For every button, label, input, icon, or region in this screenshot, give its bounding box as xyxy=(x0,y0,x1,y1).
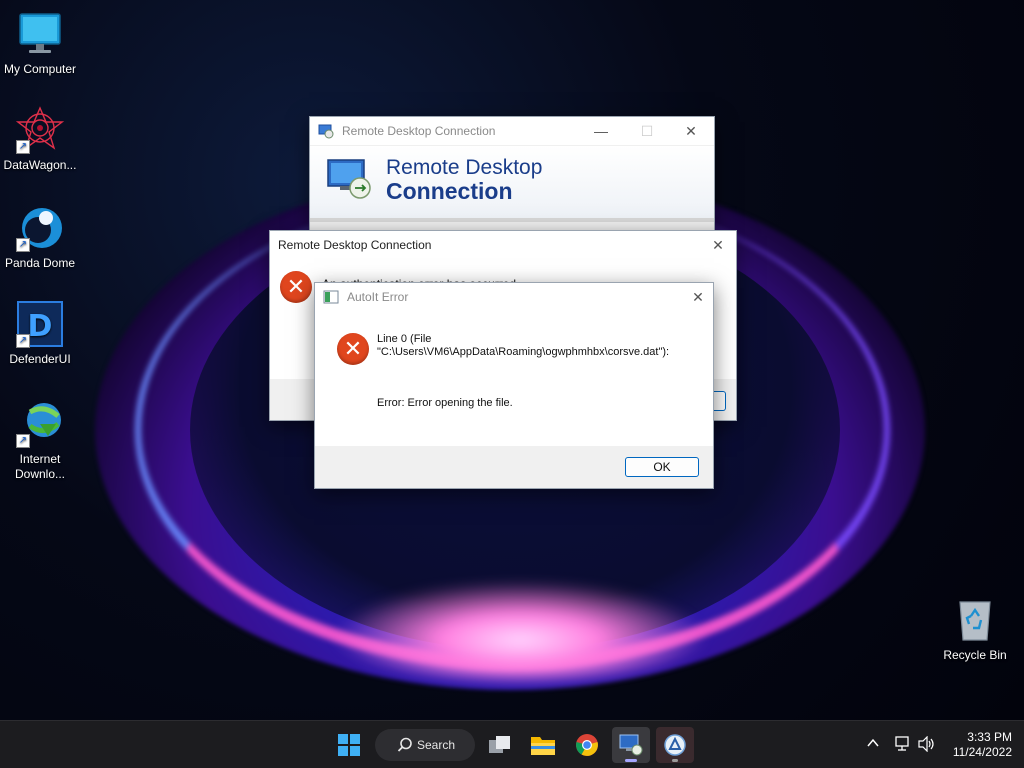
error-icon: ✕ xyxy=(280,271,312,303)
chrome-icon xyxy=(576,734,598,756)
search-icon xyxy=(397,737,413,756)
start-button[interactable] xyxy=(330,727,368,763)
rdc-title: Remote Desktop Connection xyxy=(342,124,496,138)
minimize-icon: — xyxy=(594,123,608,139)
taskbar-chrome[interactable] xyxy=(568,727,606,763)
internet-download-manager-icon: ↗ xyxy=(16,400,64,448)
folder-icon xyxy=(531,737,555,755)
show-hidden-icons-button[interactable] xyxy=(866,736,880,753)
clock-date: 11/24/2022 xyxy=(952,745,1012,759)
autoit-title: AutoIt Error xyxy=(347,290,409,304)
rdc-window[interactable]: Remote Desktop Connection — ☐ ✕ Remote D… xyxy=(309,116,715,236)
close-icon: ✕ xyxy=(712,237,724,253)
network-button[interactable] xyxy=(893,736,911,755)
panda-dome-icon: ↗ xyxy=(16,204,64,252)
rdc-banner-line2: Connection xyxy=(386,178,513,204)
volume-icon xyxy=(918,735,934,753)
close-icon: ✕ xyxy=(692,289,704,305)
auth-dialog-title: Remote Desktop Connection xyxy=(278,238,432,252)
shortcut-arrow-icon: ↗ xyxy=(16,334,30,348)
desktop-icon-recycle-bin[interactable]: Recycle Bin xyxy=(935,596,1015,663)
autoit-app-icon xyxy=(323,289,339,305)
autoit-titlebar[interactable]: AutoIt Error ✕ xyxy=(315,283,713,311)
search-label: Search xyxy=(417,738,456,752)
windows-start-icon xyxy=(338,734,360,756)
desktop-icon-panda-dome[interactable]: ↗ Panda Dome xyxy=(0,204,80,271)
auth-dialog-titlebar[interactable]: Remote Desktop Connection ✕ xyxy=(270,231,736,259)
svg-text:D: D xyxy=(28,309,53,344)
recycle-bin-icon xyxy=(951,596,999,644)
desktop-icon-my-computer[interactable]: My Computer xyxy=(0,10,80,77)
remote-desktop-icon xyxy=(318,123,334,139)
shortcut-arrow-icon: ↗ xyxy=(16,434,30,448)
taskbar-remote-desktop[interactable] xyxy=(612,727,650,763)
remote-desktop-large-icon xyxy=(326,154,374,205)
autoit-error-dialog[interactable]: AutoIt Error ✕ ✕ Line 0 (File "C:\Users\… xyxy=(314,282,714,489)
close-button[interactable]: ✕ xyxy=(668,117,714,145)
desktop-icon-label: Recycle Bin xyxy=(943,648,1007,662)
close-button[interactable]: ✕ xyxy=(681,283,715,311)
taskbar: Search 3:33 PM 11/24/2022 xyxy=(0,720,1024,768)
ok-button[interactable]: OK xyxy=(625,457,699,477)
chevron-up-icon xyxy=(867,738,879,747)
datawagon-icon: ↗ xyxy=(15,106,65,154)
wallpaper-glow xyxy=(330,580,710,680)
clock[interactable]: 3:33 PM 11/24/2022 xyxy=(948,730,1012,760)
desktop-icon-label: DataWagon... xyxy=(3,158,77,172)
desktop-icon-defenderui[interactable]: D ↗ DefenderUI xyxy=(0,300,80,367)
clock-time: 3:33 PM xyxy=(967,730,1012,744)
minimize-button[interactable]: — xyxy=(578,117,624,145)
shortcut-arrow-icon: ↗ xyxy=(16,140,30,154)
active-indicator xyxy=(625,759,637,762)
rdc-banner: Remote Desktop Connection xyxy=(310,146,714,218)
rdc-titlebar[interactable]: Remote Desktop Connection — ☐ ✕ xyxy=(310,117,714,145)
taskbar-autoit[interactable] xyxy=(656,727,694,763)
task-view-icon xyxy=(489,736,510,753)
rdc-separator xyxy=(310,218,714,222)
close-icon: ✕ xyxy=(685,123,697,139)
autoit-error-text: Error: Error opening the file. xyxy=(377,397,513,409)
volume-button[interactable] xyxy=(918,735,936,755)
desktop-icon-internet-download-manager[interactable]: ↗ Internet Downlo... xyxy=(0,400,80,482)
running-indicator xyxy=(672,759,678,762)
autoit-icon xyxy=(664,734,686,756)
error-icon: ✕ xyxy=(337,333,369,365)
desktop-icon-label: My Computer xyxy=(3,62,77,76)
maximize-button[interactable]: ☐ xyxy=(624,117,670,145)
monitor-icon xyxy=(16,10,64,58)
taskbar-search[interactable]: Search xyxy=(375,729,475,761)
close-button[interactable]: ✕ xyxy=(700,231,736,259)
autoit-message-line2: "C:\Users\VM6\AppData\Roaming\ogwphmhbx\… xyxy=(377,346,670,358)
autoit-message-line1: Line 0 (File xyxy=(377,333,432,345)
desktop-icon-label: Internet Downlo... xyxy=(14,452,66,481)
network-icon xyxy=(895,736,909,751)
defenderui-icon: D ↗ xyxy=(16,300,64,348)
shortcut-arrow-icon: ↗ xyxy=(16,238,30,252)
task-view-button[interactable] xyxy=(481,727,519,763)
desktop-icon-label: DefenderUI xyxy=(9,352,71,366)
rdc-banner-line1: Remote Desktop xyxy=(386,156,543,179)
desktop-icon-datawagon[interactable]: ↗ DataWagon... xyxy=(0,106,80,173)
desktop-icon-label: Panda Dome xyxy=(4,256,76,270)
taskbar-file-explorer[interactable] xyxy=(524,727,562,763)
maximize-icon: ☐ xyxy=(640,123,654,139)
autoit-message: Line 0 (File "C:\Users\VM6\AppData\Roami… xyxy=(377,333,669,359)
remote-desktop-icon xyxy=(619,734,643,756)
